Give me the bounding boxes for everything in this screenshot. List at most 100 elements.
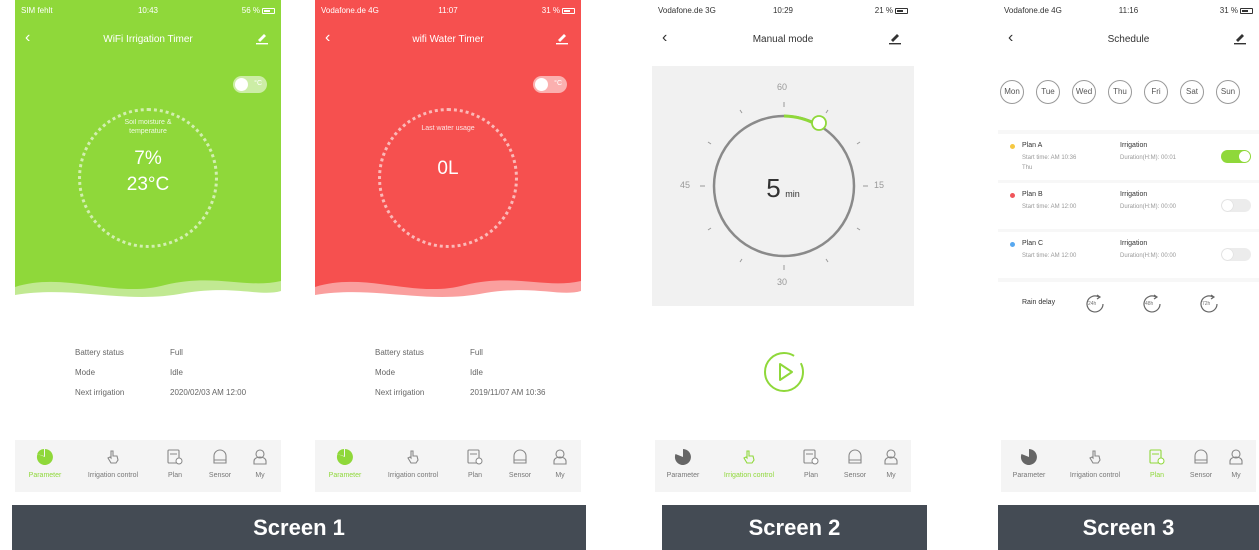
info-key: Next irrigation (75, 388, 125, 397)
gauge-label-line-2: temperature (129, 128, 167, 135)
plan-toggle[interactable] (1221, 150, 1251, 163)
edit-icon[interactable] (255, 31, 269, 45)
tab-label: My (255, 472, 265, 479)
tab-irrigation-control[interactable]: Irrigation control (709, 448, 789, 479)
info-value: Full (470, 348, 483, 357)
pie-chart-icon (1020, 449, 1037, 465)
rain-delay-row: Rain delay 24h 48h 72h (998, 282, 1259, 326)
day-mon[interactable]: Mon (1000, 80, 1024, 104)
calendar-icon (803, 449, 819, 465)
tab-my[interactable]: My (1208, 448, 1259, 479)
day-thu[interactable]: Thu (1108, 80, 1132, 104)
battery-icon (562, 7, 575, 14)
temperature-value: 23°C (126, 174, 170, 195)
status-bar: SIM fehlt 10:43 56 % (15, 0, 281, 20)
battery-level: 56 % (242, 6, 275, 15)
day-sat[interactable]: Sat (1180, 80, 1204, 104)
status-bar: Vodafone.de 3G 10:29 21 % (652, 0, 914, 20)
battery-level: 21 % (875, 6, 908, 15)
tab-label: Parameter (28, 472, 62, 479)
info-key: Next irrigation (375, 388, 425, 397)
weekday-selector: Mon Tue Wed Thu Fri Sat Sun (998, 80, 1259, 110)
user-icon (1229, 449, 1243, 465)
info-value: 2020/02/03 AM 12:00 (170, 388, 247, 397)
unit-toggle[interactable]: °C (533, 76, 567, 93)
info-row: Battery status Full (375, 348, 575, 368)
plan-start-time: Start time: AM 12:00 (1022, 253, 1077, 259)
rain-delay-72h-label: 72h (1202, 301, 1211, 307)
info-key: Battery status (75, 348, 124, 357)
unit-toggle[interactable]: °C (233, 76, 267, 93)
page-title: wifi Water Timer (412, 34, 484, 45)
tab-parameter[interactable]: Parameter (655, 448, 711, 479)
play-icon (779, 363, 793, 381)
tab-bar: Parameter Irrigation control Plan Sensor… (315, 440, 581, 492)
tab-label: Irrigation control (387, 472, 439, 479)
phone-manual-mode: Vodafone.de 3G 10:29 21 % ‹ Manual mode (652, 0, 914, 500)
plan-color-dot (1010, 193, 1015, 198)
page-title: Manual mode (752, 34, 814, 45)
caption-screen-1: Screen 1 (12, 505, 586, 550)
timer-dial-panel: 60 15 30 45 5 min (652, 66, 914, 306)
tab-label: My (886, 472, 896, 479)
rain-delay-48h-label: 48h (1145, 301, 1154, 307)
play-button[interactable] (762, 350, 806, 394)
tab-parameter[interactable]: Parameter (17, 448, 73, 479)
tab-irrigation-control[interactable]: Irrigation control (73, 448, 153, 479)
tab-label: Sensor (508, 472, 532, 479)
tab-label: Irrigation control (1069, 472, 1121, 479)
caption-screen-2: Screen 2 (662, 505, 927, 550)
tab-bar: Parameter Irrigation control Plan Sensor… (1001, 440, 1256, 492)
plan-color-dot (1010, 242, 1015, 247)
status-bar: Vodafone.de 4G 11:07 31 % (315, 0, 581, 20)
plan-item-a[interactable]: Plan A Irrigation Start time: AM 10:36 D… (998, 134, 1259, 180)
dial-tick-30: 30 (777, 277, 788, 287)
info-key: Mode (75, 368, 96, 377)
status-bar: Vodafone.de 4G 11:16 31 % (998, 0, 1259, 20)
tab-irrigation-control[interactable]: Irrigation control (373, 448, 453, 479)
sensor-icon (213, 449, 227, 464)
info-value: 2019/11/07 AM 10:36 (470, 388, 546, 397)
plan-item-b[interactable]: Plan B Irrigation Start time: AM 12:00 D… (998, 183, 1259, 229)
info-row: Next irrigation 2019/11/07 AM 10:36 (375, 388, 575, 408)
plan-item-c[interactable]: Plan C Irrigation Start time: AM 12:00 D… (998, 232, 1259, 278)
plan-toggle[interactable] (1221, 248, 1251, 261)
nav-bar: ‹ Manual mode (652, 28, 914, 52)
sensor-icon (513, 449, 527, 464)
day-fri[interactable]: Fri (1144, 80, 1168, 104)
device-info: Battery status Full Mode Idle Next irrigat… (375, 348, 575, 408)
info-value: Full (170, 348, 183, 357)
tab-my[interactable]: My (232, 448, 284, 479)
plan-list: Plan A Irrigation Start time: AM 10:36 D… (998, 130, 1259, 326)
tab-my[interactable]: My (863, 448, 914, 479)
tab-label: My (555, 472, 565, 479)
plan-start-time: Start time: AM 10:36 (1022, 155, 1077, 161)
dial-handle[interactable] (811, 115, 827, 131)
day-wed[interactable]: Wed (1072, 80, 1096, 104)
day-sun[interactable]: Sun (1216, 80, 1240, 104)
tab-label: Plan (467, 472, 482, 479)
minutes-readout: 5 min (652, 173, 914, 204)
day-tue[interactable]: Tue (1036, 80, 1060, 104)
tab-parameter[interactable]: Parameter (1001, 448, 1057, 479)
caption-screen-3: Screen 3 (998, 505, 1259, 550)
plan-toggle[interactable] (1221, 199, 1251, 212)
phone-schedule: Vodafone.de 4G 11:16 31 % ‹ Schedule Mon… (998, 0, 1259, 500)
tab-irrigation-control[interactable]: Irrigation control (1055, 448, 1135, 479)
tab-label: Plan (803, 472, 818, 479)
wave-decoration (315, 280, 581, 307)
edit-icon[interactable] (1233, 31, 1247, 45)
device-info: Battery status Full Mode Idle Next irrigat… (75, 348, 275, 408)
tab-my[interactable]: My (532, 448, 584, 479)
edit-icon[interactable] (555, 31, 569, 45)
minutes-value: 5 (766, 173, 781, 203)
tab-parameter[interactable]: Parameter (317, 448, 373, 479)
tab-bar: Parameter Irrigation control Plan Sensor… (15, 440, 281, 492)
battery-icon (1240, 7, 1253, 14)
edit-icon[interactable] (888, 31, 902, 45)
wave-decoration (15, 280, 281, 307)
battery-percent: 31 % (541, 6, 560, 15)
nav-bar: ‹ WiFi Irrigation Timer (15, 28, 281, 52)
hand-touch-icon (407, 450, 419, 464)
tab-label: Irrigation control (723, 472, 775, 479)
